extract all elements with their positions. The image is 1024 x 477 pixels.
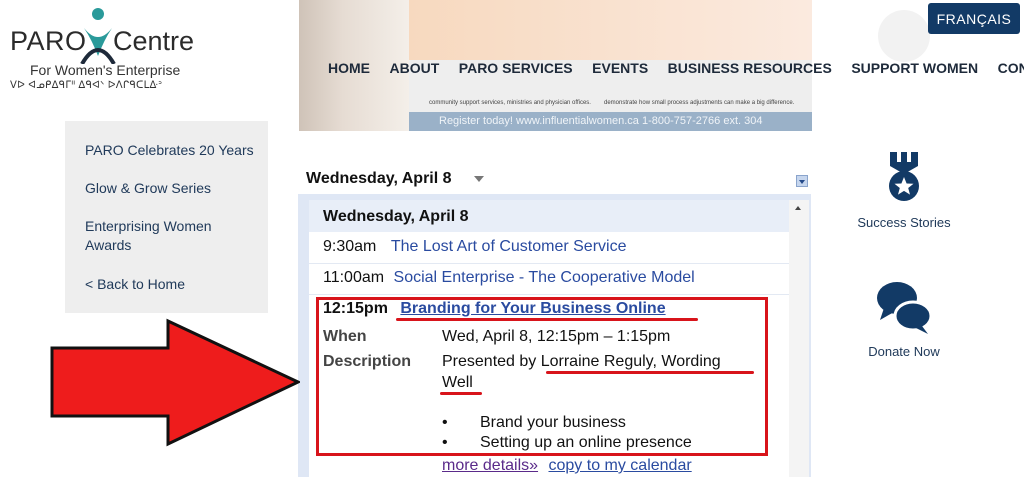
date-caret-icon[interactable] (474, 176, 484, 182)
main-nav: HOME ABOUT PARO SERVICES EVENTS BUSINESS… (328, 60, 1024, 76)
event-row[interactable]: 11:00am Social Enterprise - The Cooperat… (323, 269, 695, 287)
faint-badge-icon (878, 10, 930, 62)
donate-now-link[interactable]: Donate Now (846, 344, 962, 359)
nav-paro-services[interactable]: PARO SERVICES (459, 60, 573, 76)
left-sidebar: PARO Celebrates 20 Years Glow & Grow Ser… (65, 121, 268, 313)
medal-icon[interactable] (884, 150, 924, 202)
success-stories-link[interactable]: Success Stories (846, 215, 962, 230)
event-row[interactable]: 9:30am The Lost Art of Customer Service (323, 238, 626, 256)
calendar-dropdown-button[interactable] (796, 175, 808, 187)
logo-paro-text: PARO (10, 26, 87, 56)
nav-support-women[interactable]: SUPPORT WOMEN (851, 60, 978, 76)
event-title-link[interactable]: Social Enterprise - The Cooperative Mode… (394, 269, 695, 286)
annotation-underline-well (440, 392, 482, 395)
event-separator (309, 263, 789, 264)
nav-events[interactable]: EVENTS (592, 60, 648, 76)
event-title-link[interactable]: The Lost Art of Customer Service (391, 238, 627, 255)
scroll-up-arrow-icon[interactable] (795, 206, 801, 210)
chat-bubbles-icon[interactable] (876, 280, 932, 334)
nav-home[interactable]: HOME (328, 60, 370, 76)
sidebar-item-back-home[interactable]: < Back to Home (85, 275, 260, 294)
annotation-underline-presenter (546, 371, 754, 374)
nav-business-resources[interactable]: BUSINESS RESOURCES (668, 60, 832, 76)
banner-note-left: community support services, ministries a… (429, 100, 591, 106)
logo-syllabics: ᐯᐅ ᐊᓄᑭᐃᑫᒥᐦ ᐃᑫᐊᐠ ᐅᐱᒋᑫᑕᒪᐏᐣ (10, 80, 163, 91)
banner-note-right: demonstrate how small process adjustment… (604, 100, 795, 106)
event-time: 9:30am (323, 238, 377, 255)
more-details-link[interactable]: more details» (442, 457, 538, 474)
francais-button[interactable]: FRANÇAIS (928, 3, 1020, 34)
sidebar-item-glow-grow[interactable]: Glow & Grow Series (85, 179, 260, 198)
sidebar-item-paro-20-years[interactable]: PARO Celebrates 20 Years (85, 141, 260, 160)
calendar-day-header: Wednesday, April 8 (309, 200, 789, 232)
calendar-scrollbar[interactable] (789, 200, 809, 477)
nav-about[interactable]: ABOUT (390, 60, 440, 76)
event-time: 11:00am (323, 269, 385, 286)
nav-contact[interactable]: CONTACT (998, 60, 1024, 76)
banner-graphic (409, 0, 812, 60)
annotation-arrow-icon (50, 318, 300, 447)
day-header-label: Wednesday, April 8 (323, 208, 469, 225)
calendar-date-selector[interactable]: Wednesday, April 8 (306, 170, 452, 188)
logo-tagline: For Women's Enterprise (30, 62, 181, 78)
annotation-underline-title (396, 318, 698, 321)
sidebar-item-enterprising-women[interactable]: Enterprising Women Awards (85, 217, 260, 255)
paro-logo[interactable]: PARO Centre For Women's Enterprise ᐯᐅ ᐊᓄ… (10, 6, 195, 96)
event-separator (309, 294, 789, 295)
copy-to-calendar-link[interactable]: copy to my calendar (549, 457, 692, 474)
logo-centre-text: Centre (113, 26, 195, 56)
banner-register-strip: Register today! www.influentialwomen.ca … (409, 112, 812, 131)
event-links: more details» copy to my calendar (442, 457, 692, 475)
